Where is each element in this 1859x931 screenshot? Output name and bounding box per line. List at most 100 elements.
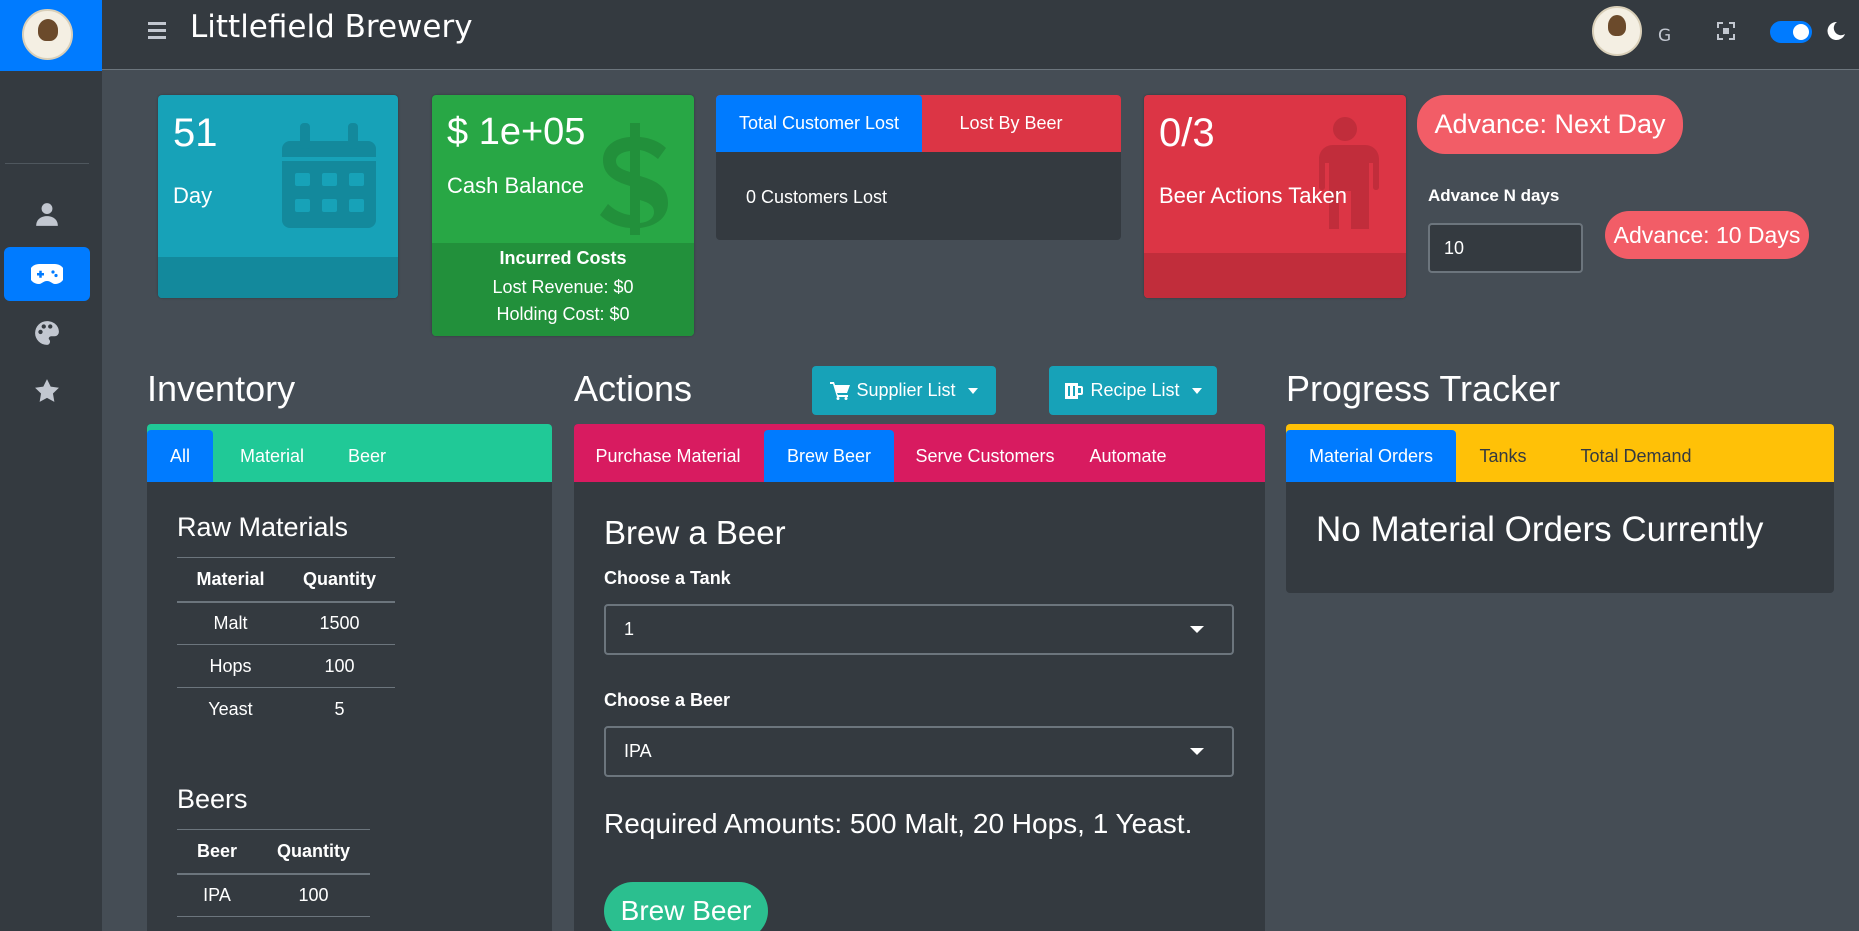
raw-materials-table: Material Quantity Malt 1500 Hops 100 Yea… bbox=[177, 557, 395, 731]
beer-label: Choose a Beer bbox=[604, 690, 731, 710]
chevron-down-icon bbox=[1191, 387, 1202, 394]
page-title: Littlefield Brewery bbox=[190, 9, 473, 45]
tab-total-demand[interactable]: Total Demand bbox=[1550, 430, 1722, 482]
table-cell: 100 bbox=[257, 873, 370, 917]
table-row: IPA 100 bbox=[177, 873, 370, 917]
cash-label: Cash Balance bbox=[447, 173, 584, 198]
progress-tabs: Material Orders Tanks Total Demand bbox=[1286, 424, 1834, 482]
top-navbar: Littlefield Brewery G bbox=[102, 0, 1859, 70]
beer-box-footer bbox=[1144, 253, 1406, 298]
menu-toggle-icon[interactable] bbox=[148, 22, 166, 39]
tab-purchase-material[interactable]: Purchase Material bbox=[574, 430, 762, 482]
recipe-list-label: Recipe List bbox=[1090, 380, 1180, 400]
tank-select-value: 1 bbox=[624, 619, 635, 639]
tank-select[interactable]: 1 bbox=[604, 604, 1234, 655]
supplier-list-button[interactable]: Supplier List bbox=[812, 366, 996, 415]
sidebar bbox=[0, 0, 102, 931]
supplier-list-label: Supplier List bbox=[856, 380, 956, 400]
beer-actions-value: 0/3 bbox=[1159, 111, 1215, 155]
advance-10-days-button[interactable]: Advance: 10 Days bbox=[1605, 211, 1809, 259]
table-cell: Hops bbox=[177, 644, 284, 688]
chevron-down-icon bbox=[1190, 748, 1204, 755]
sidebar-item-game[interactable] bbox=[4, 247, 90, 301]
moon-icon bbox=[1826, 21, 1846, 41]
brand-link[interactable] bbox=[0, 0, 102, 71]
tab-lost-by-beer[interactable]: Lost By Beer bbox=[928, 95, 1094, 152]
table-cell: 1500 bbox=[284, 601, 395, 645]
tab-material-orders[interactable]: Material Orders bbox=[1286, 430, 1456, 482]
day-label: Day bbox=[173, 183, 213, 208]
inventory-title: Inventory bbox=[147, 368, 296, 409]
dark-mode-toggle[interactable] bbox=[1770, 21, 1812, 43]
beer-actions-box: 0/3 Beer Actions Taken bbox=[1144, 95, 1406, 298]
tab-brew-beer[interactable]: Brew Beer bbox=[764, 430, 894, 482]
star-icon bbox=[35, 379, 59, 402]
customers-lost-text: 0 Customers Lost bbox=[746, 187, 888, 207]
calendar-icon bbox=[282, 123, 376, 228]
beer-mug-icon bbox=[1065, 382, 1084, 399]
table-cell: 100 bbox=[284, 644, 395, 688]
beers-table: Beer Quantity IPA 100 bbox=[177, 829, 370, 917]
brew-beer-button[interactable]: Brew Beer bbox=[604, 882, 768, 931]
sidebar-divider bbox=[5, 163, 89, 164]
progress-card: Material Orders Tanks Total Demand No Ma… bbox=[1286, 424, 1834, 593]
actions-tabs: Purchase Material Brew Beer Serve Custom… bbox=[574, 424, 1265, 482]
recipe-list-button[interactable]: Recipe List bbox=[1049, 366, 1217, 415]
person-icon bbox=[1319, 117, 1379, 229]
advance-n-days-label: Advance N days bbox=[1428, 186, 1560, 205]
required-amounts: Required Amounts: 500 Malt, 20 Hops, 1 Y… bbox=[604, 808, 1193, 839]
tab-automate[interactable]: Automate bbox=[1074, 430, 1182, 482]
inventory-card: All Material Beer Raw Materials Material… bbox=[147, 424, 552, 931]
user-icon bbox=[36, 203, 58, 226]
progress-title: Progress Tracker bbox=[1286, 368, 1561, 409]
brew-title: Brew a Beer bbox=[604, 514, 786, 551]
customers-lost-card: Total Customer Lost Lost By Beer 0 Custo… bbox=[716, 95, 1121, 240]
chevron-down-icon bbox=[967, 387, 978, 394]
table-header-row: Material Quantity bbox=[177, 557, 395, 603]
advance-n-days-input[interactable] bbox=[1428, 223, 1583, 273]
progress-empty-text: No Material Orders Currently bbox=[1316, 510, 1764, 549]
costs-title: Incurred Costs bbox=[499, 248, 627, 268]
user-name[interactable]: G bbox=[1658, 26, 1671, 46]
tab-all[interactable]: All bbox=[147, 430, 213, 482]
actions-title: Actions bbox=[574, 368, 693, 409]
table-cell: IPA bbox=[177, 873, 257, 917]
sidebar-item-profile[interactable] bbox=[4, 187, 90, 241]
actions-card: Purchase Material Brew Beer Serve Custom… bbox=[574, 424, 1265, 931]
inventory-tabs: All Material Beer bbox=[147, 424, 552, 482]
brand-logo bbox=[22, 9, 73, 60]
tab-serve-customers[interactable]: Serve Customers bbox=[896, 430, 1074, 482]
beers-title: Beers bbox=[177, 784, 248, 814]
raw-materials-title: Raw Materials bbox=[177, 512, 349, 542]
table-cell: Yeast bbox=[208, 698, 253, 719]
table-cell: Malt bbox=[177, 601, 284, 645]
fullscreen-icon[interactable] bbox=[1717, 22, 1735, 40]
table-cell: 5 bbox=[334, 698, 345, 719]
column-header: Beer bbox=[177, 829, 257, 875]
gamepad-icon bbox=[31, 264, 63, 284]
tab-material[interactable]: Material bbox=[217, 430, 327, 482]
column-header: Quantity bbox=[284, 557, 395, 603]
day-value: 51 bbox=[173, 111, 218, 155]
avatar[interactable] bbox=[1592, 6, 1642, 56]
chevron-down-icon bbox=[1190, 626, 1204, 633]
palette-icon bbox=[35, 321, 59, 345]
table-row: Malt 1500 bbox=[177, 601, 395, 645]
sidebar-item-favorites[interactable] bbox=[4, 364, 90, 418]
day-stat-box: 51 Day bbox=[158, 95, 398, 298]
tab-total-customer-lost[interactable]: Total Customer Lost bbox=[716, 95, 922, 152]
table-row: Hops 100 bbox=[177, 644, 395, 688]
beer-select[interactable]: IPA bbox=[604, 726, 1234, 777]
tab-tanks[interactable]: Tanks bbox=[1456, 430, 1550, 482]
dollar-icon bbox=[600, 123, 668, 235]
table-row: Yeast 5 bbox=[177, 688, 395, 731]
day-box-footer bbox=[158, 257, 398, 298]
advance-next-day-button[interactable]: Advance: Next Day bbox=[1417, 95, 1683, 154]
table-header-row: Beer Quantity bbox=[177, 829, 370, 875]
beer-actions-label: Beer Actions Taken bbox=[1159, 183, 1347, 208]
lost-revenue: Lost Revenue: $0 bbox=[492, 277, 634, 297]
sidebar-item-dashboard[interactable] bbox=[4, 306, 90, 360]
tab-beer[interactable]: Beer bbox=[327, 430, 407, 482]
customers-tabs: Total Customer Lost Lost By Beer bbox=[716, 95, 1121, 152]
column-header: Quantity bbox=[257, 829, 370, 875]
